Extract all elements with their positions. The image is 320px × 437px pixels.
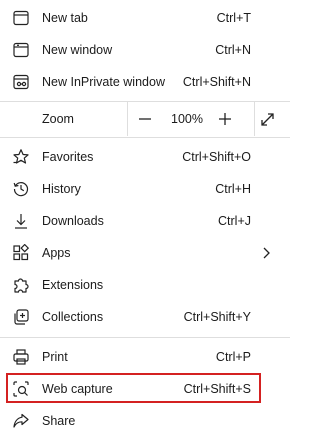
- history-label: History: [42, 182, 81, 196]
- history-shortcut: Ctrl+H: [215, 182, 251, 196]
- chevron-right-icon: [261, 246, 271, 260]
- new-inprivate-shortcut: Ctrl+Shift+N: [182, 75, 251, 89]
- menu-item-new-window[interactable]: New window Ctrl+N: [0, 34, 290, 66]
- menu-item-print[interactable]: Print Ctrl+P: [0, 341, 290, 373]
- share-label: Share: [42, 414, 76, 428]
- inprivate-icon: [12, 73, 30, 91]
- new-inprivate-label: New InPrivate window: [42, 75, 165, 89]
- apps-label: Apps: [42, 246, 71, 260]
- history-icon: [12, 180, 30, 198]
- menu-item-favorites[interactable]: Favorites Ctrl+Shift+O: [0, 141, 290, 173]
- puzzle-icon: [12, 276, 30, 294]
- menu-item-collections[interactable]: Collections Ctrl+Shift+Y: [0, 301, 290, 333]
- menu-item-history[interactable]: History Ctrl+H: [0, 173, 290, 205]
- extensions-label: Extensions: [42, 278, 104, 292]
- new-window-label: New window: [42, 43, 113, 57]
- zoom-out-button[interactable]: [137, 111, 153, 127]
- download-icon: [12, 212, 30, 230]
- menu-item-extensions[interactable]: Extensions: [0, 269, 290, 301]
- web-capture-label: Web capture: [42, 382, 113, 396]
- new-window-shortcut: Ctrl+N: [215, 43, 251, 57]
- zoom-value: 100%: [171, 112, 203, 126]
- menu-item-share[interactable]: Share: [0, 405, 290, 437]
- new-window-icon: [12, 41, 30, 59]
- new-tab-icon: [12, 9, 30, 27]
- share-icon: [12, 412, 30, 430]
- zoom-label: Zoom: [42, 112, 74, 126]
- collections-shortcut: Ctrl+Shift+Y: [183, 310, 251, 324]
- browser-settings-menu: New tab Ctrl+T New window Ctrl+N New InP…: [0, 0, 290, 432]
- fullscreen-button[interactable]: [259, 111, 276, 128]
- divider: [0, 337, 290, 338]
- menu-item-new-inprivate-window[interactable]: New InPrivate window Ctrl+Shift+N: [0, 66, 290, 98]
- divider: [0, 137, 290, 138]
- zoom-in-button[interactable]: [217, 111, 233, 127]
- downloads-label: Downloads: [42, 214, 104, 228]
- favorites-shortcut: Ctrl+Shift+O: [182, 150, 251, 164]
- star-icon: [12, 148, 30, 166]
- zoom-controls: 100%: [127, 102, 255, 136]
- new-tab-shortcut: Ctrl+T: [216, 11, 251, 25]
- print-shortcut: Ctrl+P: [215, 350, 251, 364]
- menu-item-new-tab[interactable]: New tab Ctrl+T: [0, 2, 290, 34]
- web-capture-shortcut: Ctrl+Shift+S: [183, 382, 251, 396]
- print-label: Print: [42, 350, 68, 364]
- collections-label: Collections: [42, 310, 104, 324]
- collections-icon: [12, 308, 30, 326]
- printer-icon: [12, 348, 30, 366]
- new-tab-label: New tab: [42, 11, 88, 25]
- favorites-label: Favorites: [42, 150, 94, 164]
- zoom-row: Zoom 100%: [0, 102, 290, 136]
- menu-item-web-capture[interactable]: Web capture Ctrl+Shift+S: [0, 373, 290, 405]
- downloads-shortcut: Ctrl+J: [218, 214, 251, 228]
- apps-icon: [12, 244, 30, 262]
- menu-item-apps[interactable]: Apps: [0, 237, 290, 269]
- web-capture-icon: [12, 380, 30, 398]
- menu-item-downloads[interactable]: Downloads Ctrl+J: [0, 205, 290, 237]
